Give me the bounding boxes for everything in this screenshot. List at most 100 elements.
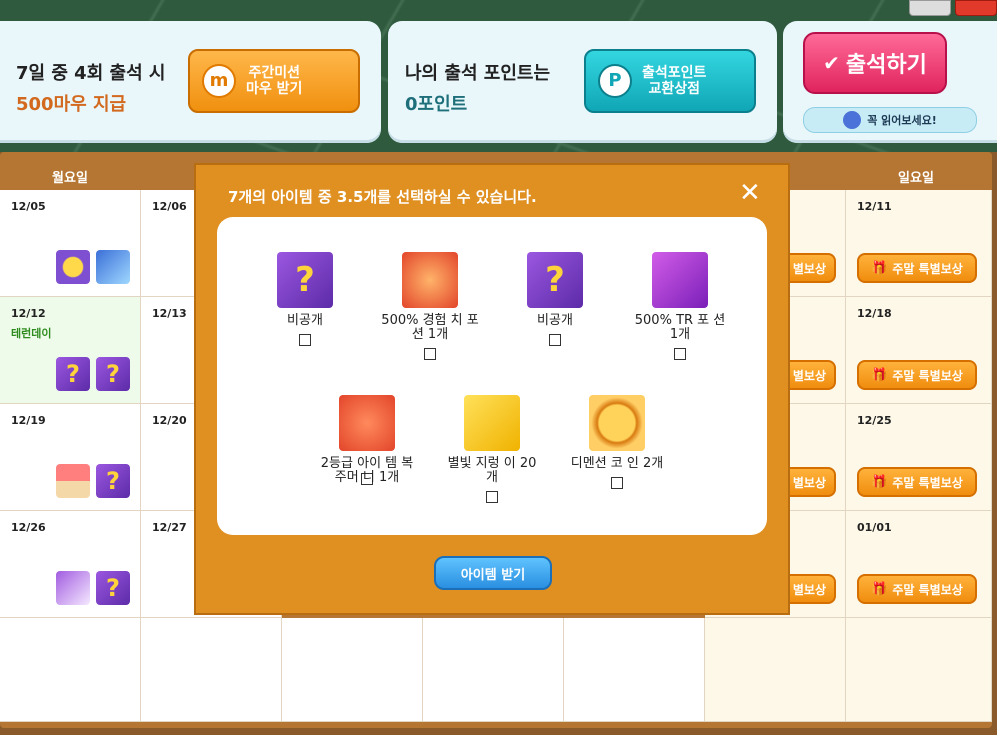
weekend-reward-label: 주말 특별보상 [892, 261, 963, 276]
item-checkbox[interactable] [611, 477, 623, 489]
date-label: 12/25 [857, 414, 892, 427]
tr-potion-icon [652, 252, 708, 308]
date-label: 12/27 [152, 521, 187, 534]
weekend-reward-label: 주말 특별보상 [892, 475, 963, 490]
date-label: 12/13 [152, 307, 187, 320]
day-cell[interactable]: 12/19 ? [0, 404, 141, 511]
gift-icon: 🎁 [871, 581, 888, 597]
question-mark-icon: ? [96, 571, 130, 605]
day-cell [564, 618, 705, 722]
saturday-reward-label: 별보상 [792, 261, 826, 276]
item-option: 500% TR 포 션 1개 [630, 252, 730, 360]
mission-text: 7일 중 4회 출석 시 [16, 63, 166, 84]
question-mark-icon: ? [96, 357, 130, 391]
gift-icon: 🎁 [871, 367, 888, 383]
attend-button[interactable]: ✔ 출석하기 [803, 32, 947, 94]
mission-button-line2: 마우 받기 [246, 81, 303, 97]
weekend-reward-button[interactable]: 🎁 주말 특별보상 [857, 467, 977, 497]
item-option: ? 비공개 [255, 252, 355, 346]
gift-icon: 🎁 [871, 260, 888, 276]
item-checkbox[interactable] [424, 348, 436, 360]
close-window-button[interactable] [955, 0, 997, 16]
back-window-button[interactable] [909, 0, 951, 16]
points-shop-button[interactable]: P 출석포인트 교환상점 [584, 49, 756, 113]
day-cell[interactable]: 12/05 [0, 190, 141, 297]
notice-button[interactable]: 꼭 읽어보세요! [803, 107, 977, 133]
points-button-line2: 교환상점 [648, 81, 700, 97]
point-p-icon: P [598, 64, 632, 98]
item-option: ? 비공개 [505, 252, 605, 346]
question-mark-icon: ? [527, 252, 583, 308]
date-label: 12/12 [11, 307, 46, 320]
attend-button-label: 출석하기 [845, 53, 927, 78]
day-cell [705, 618, 846, 722]
wizard-icon [843, 111, 862, 129]
item-checkbox[interactable] [299, 334, 311, 346]
item-name: 별빛 지렁 이 20개 [447, 456, 537, 485]
weekend-reward-label: 주말 특별보상 [892, 368, 963, 383]
bunny-box-icon [56, 571, 90, 605]
item-checkbox[interactable] [549, 334, 561, 346]
mission-button-line1: 주간미션 [248, 65, 300, 81]
mission-reward: 500마우 지급 [16, 94, 127, 115]
date-label: 12/05 [11, 200, 46, 213]
date-label: 12/19 [11, 414, 46, 427]
day-cell[interactable]: 12/12 테런데이 ? ? [0, 297, 141, 404]
get-item-button[interactable]: 아이템 받기 [434, 556, 552, 590]
dimension-coin-icon [589, 395, 645, 451]
item-option: 2등급 아이 템 복주머 니 1개 [317, 395, 417, 485]
day-cell [0, 618, 141, 722]
item-checkbox[interactable] [486, 491, 498, 503]
check-icon: ✔ [823, 51, 840, 75]
item-name: 디멘션 코 인 2개 [570, 456, 664, 471]
day-cell [282, 618, 423, 722]
weekend-reward-button[interactable]: 🎁 주말 특별보상 [857, 574, 977, 604]
date-label: 12/11 [857, 200, 892, 213]
day-cell [141, 618, 282, 722]
date-label: 12/18 [857, 307, 892, 320]
weekend-reward-button[interactable]: 🎁 주말 특별보상 [857, 360, 977, 390]
question-mark-icon: ? [96, 464, 130, 498]
item-option: 별빛 지렁 이 20개 [442, 395, 542, 503]
holiday-label: 테런데이 [11, 327, 52, 340]
item-name: 비공개 [537, 313, 573, 328]
close-icon[interactable]: ✕ [739, 178, 761, 208]
date-label: 01/01 [857, 521, 892, 534]
shop-icon [56, 464, 90, 498]
mau-coin-icon: m [202, 64, 236, 98]
weekly-mission-button[interactable]: m 주간미션 마우 받기 [188, 49, 360, 113]
exp-potion-icon [402, 252, 458, 308]
question-mark-icon: ? [56, 357, 90, 391]
day-cell [423, 618, 564, 722]
date-label: 12/06 [152, 200, 187, 213]
item-option: 500% 경험 치 포션 1개 [380, 252, 480, 360]
notice-label: 꼭 읽어보세요! [867, 114, 937, 127]
item-name: 500% 경험 치 포션 1개 [381, 313, 479, 342]
modal-title: 7개의 아이템 중 3.5개를 선택하실 수 있습니다. [228, 188, 537, 206]
day-cell[interactable]: 12/26 ? [0, 511, 141, 618]
points-value: 0포인트 [405, 94, 468, 115]
crystal-icon [96, 250, 130, 284]
points-button-line1: 출석포인트 [642, 65, 707, 81]
item-name: 2등급 아이 템 복주머 니 1개 [320, 456, 414, 485]
weekly-mission-card: 7일 중 4회 출석 시 500마우 지급 m 주간미션 마우 받기 [0, 21, 381, 143]
attend-card: ✔ 출석하기 꼭 읽어보세요! [783, 21, 997, 143]
weekend-reward-label: 주말 특별보상 [892, 582, 963, 597]
item-name: 비공개 [287, 313, 323, 328]
item-checkbox[interactable] [674, 348, 686, 360]
header-sunday: 일요일 [898, 171, 934, 186]
saturday-reward-label: 별보상 [792, 368, 826, 383]
date-label: 12/26 [11, 521, 46, 534]
saturday-reward-label: 별보상 [792, 582, 826, 597]
day-cell [846, 618, 992, 722]
star-worm-icon [464, 395, 520, 451]
saturday-reward-label: 별보상 [792, 475, 826, 490]
sun-coin-icon [56, 250, 90, 284]
item-name: 500% TR 포 션 1개 [634, 313, 726, 342]
item-panel: ? 비공개 500% 경험 치 포션 1개 ? 비공개 500% TR 포 션 … [217, 217, 767, 535]
attendance-points-card: 나의 출석 포인트는 0포인트 P 출석포인트 교환상점 [388, 21, 777, 143]
weekend-reward-button[interactable]: 🎁 주말 특별보상 [857, 253, 977, 283]
date-label: 12/20 [152, 414, 187, 427]
item-option: 디멘션 코 인 2개 [567, 395, 667, 489]
item-select-modal: 7개의 아이템 중 3.5개를 선택하실 수 있습니다. ✕ ? 비공개 500… [194, 163, 790, 615]
